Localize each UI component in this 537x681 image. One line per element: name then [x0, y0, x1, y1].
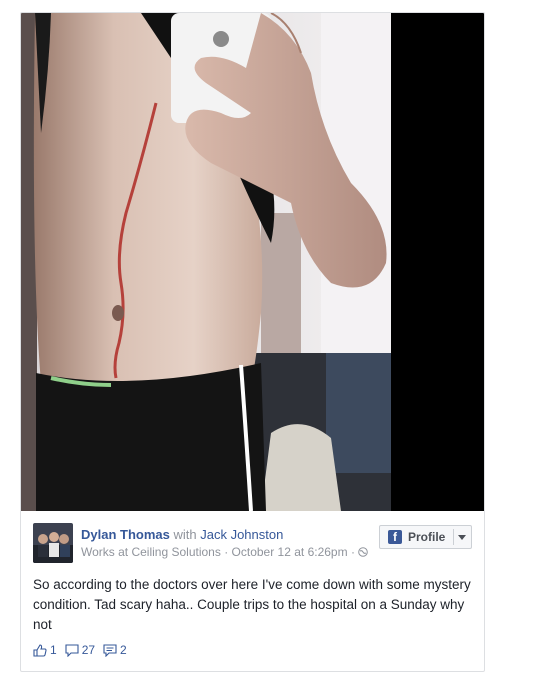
share-icon	[103, 643, 117, 657]
avatar[interactable]	[33, 523, 73, 563]
work-info[interactable]: Works at Ceiling Solutions	[81, 545, 221, 559]
post-date[interactable]: October 12 at 6:26pm	[232, 545, 348, 559]
author-line: Dylan Thomas with Jack Johnston	[81, 527, 283, 542]
globe-icon[interactable]	[358, 547, 369, 557]
comments-stat[interactable]: 27	[65, 643, 95, 657]
likes-count: 1	[50, 643, 57, 657]
author-name[interactable]: Dylan Thomas	[81, 527, 170, 542]
button-divider	[453, 529, 454, 545]
separator: ·	[350, 545, 355, 559]
post-header: Dylan Thomas with Jack Johnston Works at…	[33, 523, 472, 567]
shares-count: 2	[120, 643, 127, 657]
profile-button[interactable]: f Profile	[379, 525, 472, 549]
separator: ·	[224, 545, 229, 559]
facebook-icon: f	[388, 530, 402, 544]
profile-button-label: Profile	[408, 530, 446, 544]
shares-stat[interactable]: 2	[103, 643, 127, 657]
tagged-name[interactable]: Jack Johnston	[200, 527, 283, 542]
post-photo[interactable]	[21, 13, 484, 511]
likes-stat[interactable]: 1	[33, 643, 57, 657]
comment-icon	[65, 643, 79, 657]
like-icon	[33, 643, 47, 657]
with-word: with	[173, 527, 197, 542]
post-text: So according to the doctors over here I'…	[33, 577, 471, 632]
post-card: Dylan Thomas with Jack Johnston Works at…	[20, 12, 485, 672]
post-stats: 1 27 2	[33, 643, 135, 657]
post-subline: Works at Ceiling Solutions · October 12 …	[81, 545, 369, 559]
chevron-down-icon[interactable]	[458, 535, 466, 540]
comments-count: 27	[81, 643, 96, 657]
